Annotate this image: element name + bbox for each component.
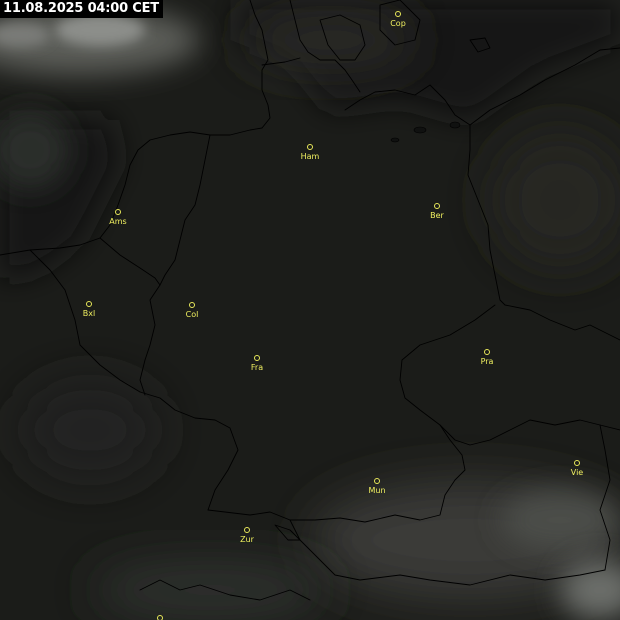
- city-vienna: Vie: [557, 460, 597, 477]
- city-prague: Pra: [467, 349, 507, 366]
- city-brussels: Bxl: [69, 301, 109, 318]
- city-marker-icon: [484, 349, 490, 355]
- city-marker-icon: [434, 203, 440, 209]
- city-label: Cop: [390, 19, 406, 28]
- city-zurich: Zur: [227, 527, 267, 544]
- timestamp-label: 11.08.2025 04:00 CET: [0, 0, 163, 18]
- satellite-map: 11.08.2025 04:00 CET Cop Ham Ber Ams Bxl…: [0, 0, 620, 620]
- city-marker-icon: [395, 11, 401, 17]
- city-label: Mun: [368, 486, 386, 495]
- city-marker-icon: [244, 527, 250, 533]
- city-hamburg: Ham: [290, 144, 330, 161]
- city-label: Zur: [240, 535, 254, 544]
- city-copenhagen: Cop: [378, 11, 418, 28]
- city-amsterdam: Ams: [98, 209, 138, 226]
- city-munich: Mun: [357, 478, 397, 495]
- city-marker-icon: [374, 478, 380, 484]
- city-marker-offscreen: [140, 615, 180, 620]
- city-label: Bxl: [82, 309, 96, 318]
- city-frankfurt: Fra: [237, 355, 277, 372]
- city-label: Ber: [430, 211, 444, 220]
- city-marker-icon: [157, 615, 163, 620]
- city-label: Fra: [250, 363, 264, 372]
- cloud-south: [90, 560, 330, 620]
- city-label: Ham: [300, 152, 320, 161]
- city-marker-icon: [86, 301, 92, 307]
- city-marker-icon: [115, 209, 121, 215]
- cloud-northwest-core: [55, 14, 145, 46]
- city-label: Pra: [480, 357, 494, 366]
- city-marker-icon: [574, 460, 580, 466]
- city-marker-icon: [254, 355, 260, 361]
- city-label: Vie: [570, 468, 584, 477]
- city-berlin: Ber: [417, 203, 457, 220]
- city-marker-icon: [189, 302, 195, 308]
- city-label: Col: [185, 310, 199, 319]
- city-marker-icon: [307, 144, 313, 150]
- city-label: Ams: [109, 217, 127, 226]
- city-cologne: Col: [172, 302, 212, 319]
